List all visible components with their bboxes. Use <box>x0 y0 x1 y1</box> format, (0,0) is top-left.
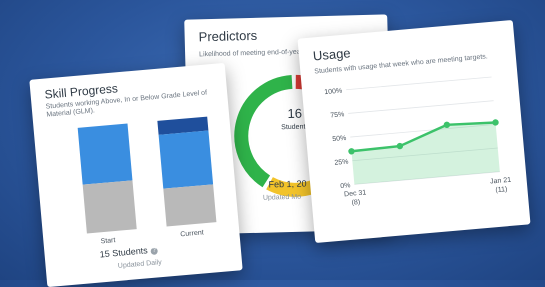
usage-card[interactable]: Usage Students with usage that week who … <box>297 19 531 244</box>
skill-bar-start[interactable] <box>77 123 137 234</box>
usage-gridline <box>348 100 494 114</box>
usage-y-tick: 50% <box>332 135 347 143</box>
usage-chart: 100% 75% 50% 25% 0%Dec 31(8) Jan 21(11) <box>324 76 512 207</box>
usage-y-tick: 25% <box>334 159 349 167</box>
skill-bar-segment-in <box>158 130 214 189</box>
usage-gridline <box>346 76 492 91</box>
usage-x-label: Dec 31 <box>344 189 367 198</box>
usage-y-tick: 0% <box>340 182 351 190</box>
skill-x-label: Start <box>100 237 116 246</box>
skill-bar-segment-below <box>163 184 217 227</box>
skill-bar-current[interactable] <box>157 116 217 227</box>
predictors-date: Feb 1, 20 <box>268 178 307 190</box>
usage-x-label: Jan 21 <box>490 177 512 186</box>
predictors-title: Predictors <box>198 27 258 45</box>
skill-updated: Updated Daily <box>117 259 163 270</box>
skill-bar-segment-below <box>82 180 137 234</box>
usage-x-count: (8) <box>351 199 360 207</box>
usage-y-tick: 75% <box>330 111 345 119</box>
skill-count-label: 15 Students <box>99 245 149 260</box>
skill-student-count: 15 Students? <box>99 244 159 260</box>
usage-area-fill <box>351 122 500 185</box>
usage-y-tick: 100% <box>324 88 342 97</box>
skill-progress-card[interactable]: Skill Progress Students working Above, I… <box>29 62 243 287</box>
predictors-updated: Updated Mo <box>262 193 302 202</box>
question-circle-icon[interactable]: ? <box>150 247 159 255</box>
skill-bar-segment-in <box>77 123 133 185</box>
donut-segment-green <box>234 74 293 188</box>
usage-x-count: (11) <box>495 186 508 194</box>
skill-x-label: Current <box>180 229 204 239</box>
